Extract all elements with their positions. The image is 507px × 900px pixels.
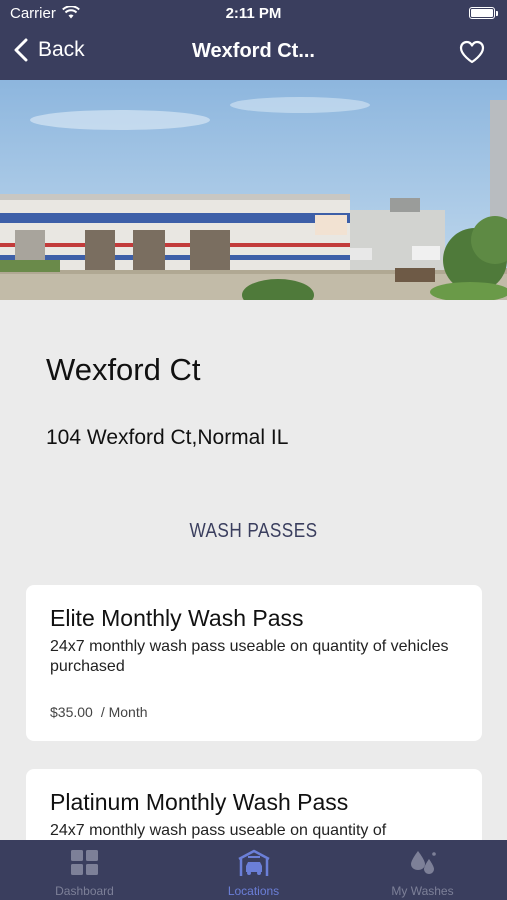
back-label: Back [38,38,85,61]
pass-price: $35.00 [50,704,93,720]
pass-description: 24x7 monthly wash pass useable on quanti… [50,638,449,675]
location-photo [0,80,507,300]
pass-description: 24x7 monthly wash pass useable on quanti… [50,822,387,839]
heart-outline-icon[interactable] [459,40,485,64]
car-wash-icon [237,849,270,876]
pass-name: Elite Monthly Wash Pass [50,605,304,631]
back-button[interactable]: Back [14,38,85,62]
status-time: 2:11 PM [225,5,282,22]
tab-locations[interactable]: Locations [169,840,338,900]
wash-pass-card[interactable]: Elite Monthly Wash Pass 24x7 monthly was… [26,585,482,741]
tab-label: Locations [227,884,280,898]
water-drops-icon [410,851,436,874]
location-name: Wexford Ct [46,352,201,387]
battery-icon [469,7,498,19]
tab-my-washes[interactable]: My Washes [338,840,507,900]
chevron-left-icon [14,38,28,62]
tab-label: Dashboard [55,884,114,898]
pass-price-row: $35.00 / Month [50,704,148,720]
tab-dashboard[interactable]: Dashboard [0,840,169,900]
grid-icon [70,850,98,875]
section-title: WASH PASSES [189,520,318,542]
navigation-bar: Back Wexford Ct... [0,28,507,80]
location-address: 104 Wexford Ct,Normal IL [46,426,289,449]
pass-name: Platinum Monthly Wash Pass [50,789,349,815]
status-bar: Carrier 2:11 PM [0,0,507,28]
tab-label: My Washes [391,884,454,898]
pass-period: / Month [100,704,148,720]
page-title: Wexford Ct... [192,40,315,62]
tab-bar: Dashboard Locations My Washes [0,840,507,900]
